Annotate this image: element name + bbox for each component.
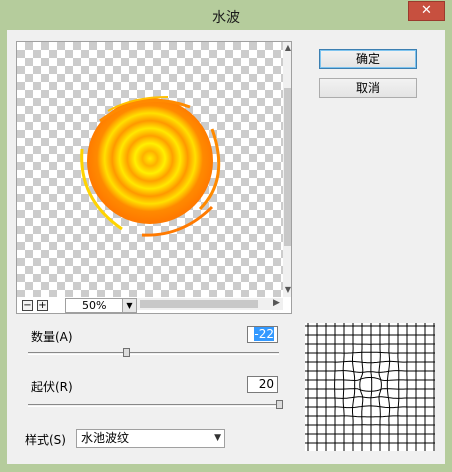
preview-vertical-scrollbar[interactable]: ▲ ▼ (283, 42, 291, 297)
grid-line-vertical (378, 323, 382, 451)
zoom-level-value: 50% (82, 299, 107, 312)
ridges-field[interactable]: 20 (247, 376, 278, 393)
dialog-window: 水波 ✕ ▲ ▼ ▶ − + 50% ▼ 确定 取消 数量(A) -22 起伏(… (0, 0, 452, 472)
ripple-preview-image (80, 96, 221, 237)
ridges-slider-track[interactable] (28, 404, 279, 407)
window-title: 水波 (212, 10, 240, 26)
grid-line-vertical (359, 323, 364, 451)
cancel-button[interactable]: 取消 (319, 78, 417, 98)
style-label: 样式(S) (25, 433, 66, 447)
grid-line-vertical (334, 323, 336, 451)
chevron-down-icon: ▼ (122, 299, 136, 312)
horizontal-scroll-thumb[interactable] (140, 300, 258, 308)
grid-line-vertical (397, 323, 400, 451)
ok-button[interactable]: 确定 (319, 49, 417, 69)
scroll-right-icon[interactable]: ▶ (273, 298, 280, 308)
filter-preview[interactable]: ▲ ▼ ◀ ▶ − + 50% ▼ (16, 41, 292, 314)
preview-horizontal-scrollbar[interactable]: ◀ ▶ (126, 298, 283, 310)
style-select-value: 水池波纹 (81, 431, 130, 445)
amount-field[interactable]: -22 (247, 326, 278, 343)
close-button[interactable]: ✕ (408, 1, 445, 21)
amount-slider-thumb[interactable] (122, 348, 130, 357)
close-icon: ✕ (421, 3, 432, 18)
amount-slider-track[interactable] (28, 352, 279, 355)
amount-label: 数量(A) (31, 330, 73, 344)
dialog-body: ▲ ▼ ◀ ▶ − + 50% ▼ 确定 取消 数量(A) -22 起伏(R) … (7, 30, 445, 464)
zoom-in-button[interactable]: + (37, 300, 48, 311)
style-select[interactable]: 水池波纹 ▼ (76, 429, 225, 448)
title-bar[interactable]: 水波 ✕ (0, 0, 452, 30)
zoom-out-button[interactable]: − (22, 300, 33, 311)
zoom-level-select[interactable]: 50% ▼ (65, 298, 137, 313)
grid-line-vertical (370, 323, 373, 451)
grid-line-vertical (352, 323, 356, 451)
chevron-down-icon: ▼ (214, 433, 221, 443)
scroll-down-icon[interactable]: ▼ (283, 285, 291, 294)
ridges-label: 起伏(R) (31, 380, 73, 394)
amount-value: -22 (254, 327, 274, 341)
distortion-grid-preview (305, 323, 435, 451)
grid-line-vertical (342, 323, 345, 451)
ridges-slider-thumb[interactable] (276, 400, 283, 409)
vertical-scroll-thumb[interactable] (284, 88, 291, 246)
scroll-up-icon[interactable]: ▲ (283, 43, 291, 52)
grid-line-horizontal (305, 360, 435, 364)
grid-line-vertical (386, 323, 391, 451)
